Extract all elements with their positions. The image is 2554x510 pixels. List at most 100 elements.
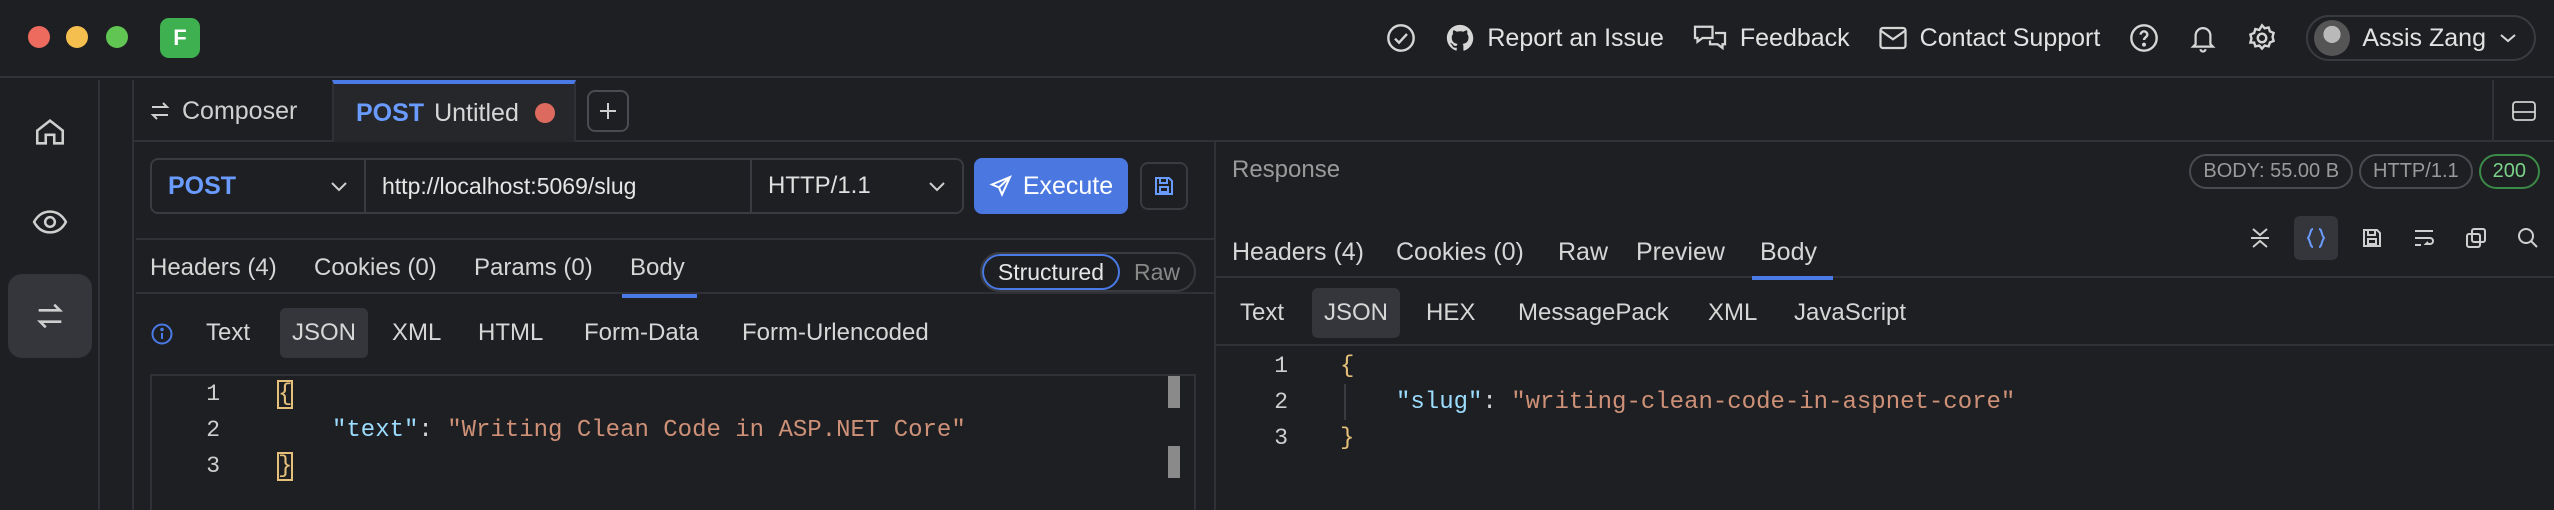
- json-key: "text": [332, 416, 419, 444]
- line-number: 1: [206, 381, 220, 407]
- toggle-panel-button[interactable]: [2492, 80, 2554, 142]
- response-badges: BODY: 55.00 B HTTP/1.1 200: [2189, 154, 2540, 189]
- format-json[interactable]: JSON: [1312, 288, 1401, 338]
- check-circle-icon[interactable]: [1385, 22, 1417, 54]
- mail-icon: [1878, 25, 1908, 51]
- user-name: Assis Zang: [2362, 23, 2486, 52]
- method-value: POST: [168, 171, 237, 200]
- json-pair: "slug": "writing-clean-code-in-aspnet-co…: [1396, 389, 2015, 416]
- close-window-button[interactable]: [28, 26, 50, 48]
- close-brace: }: [1340, 424, 1355, 452]
- format-text[interactable]: Text: [194, 308, 262, 358]
- home-nav-button[interactable]: [8, 90, 92, 174]
- save-request-button[interactable]: [1140, 162, 1188, 210]
- format-xml[interactable]: XML: [1696, 288, 1769, 338]
- editor-line: 3 }: [1216, 420, 2554, 456]
- format-json[interactable]: JSON: [280, 308, 369, 358]
- execute-label: Execute: [1022, 171, 1114, 200]
- url-bar: POST HTTP/1.1 Execute: [150, 158, 1212, 214]
- maximize-window-button[interactable]: [106, 26, 128, 48]
- watch-nav-button[interactable]: [8, 180, 92, 264]
- user-menu[interactable]: Assis Zang: [2306, 15, 2536, 61]
- bell-icon[interactable]: [2188, 22, 2218, 54]
- close-brace: }: [276, 451, 294, 481]
- format-xml[interactable]: XML: [380, 308, 453, 358]
- format-html[interactable]: HTML: [466, 308, 555, 358]
- braces-icon[interactable]: [2294, 216, 2338, 260]
- composer-nav-button[interactable]: [8, 274, 92, 358]
- url-input[interactable]: [364, 158, 752, 214]
- chat-bubbles-icon: [1692, 23, 1728, 53]
- request-pane: POST HTTP/1.1 Execute Headers (4) Cookie…: [136, 142, 1214, 510]
- response-body-viewer[interactable]: 1 { 2 "slug": "writing-clean-code-in-asp…: [1216, 348, 2554, 510]
- tab-response-body[interactable]: Body: [1752, 226, 1833, 280]
- tab-headers[interactable]: Headers (4): [150, 240, 277, 296]
- response-pane: Response BODY: 55.00 B HTTP/1.1 200 Head…: [1216, 142, 2554, 510]
- tab-response-preview[interactable]: Preview: [1636, 226, 1725, 278]
- tab-body[interactable]: Body: [622, 240, 697, 298]
- home-icon: [33, 115, 67, 149]
- json-pair: "text": "Writing Clean Code in ASP.NET C…: [332, 417, 966, 444]
- add-tab-button[interactable]: [587, 90, 629, 132]
- report-issue-label: Report an Issue: [1487, 23, 1664, 52]
- gear-icon[interactable]: [2246, 22, 2278, 54]
- editor-scrollbar-thumb[interactable]: [1168, 446, 1180, 478]
- send-icon: [989, 174, 1013, 198]
- header-actions: Report an Issue Feedback Contact Support…: [1385, 15, 2536, 61]
- json-colon: :: [418, 416, 448, 444]
- save-icon[interactable]: [2354, 220, 2390, 256]
- chevron-down-icon: [926, 176, 948, 198]
- protocol-value: HTTP/1.1: [768, 172, 871, 199]
- execute-button[interactable]: Execute: [974, 158, 1128, 214]
- avatar: [2314, 20, 2351, 56]
- help-icon[interactable]: [2128, 22, 2160, 54]
- protocol-select[interactable]: HTTP/1.1: [750, 158, 964, 214]
- app-logo: F: [160, 18, 200, 58]
- format-text[interactable]: Text: [1228, 288, 1296, 338]
- line-number: 3: [206, 453, 220, 479]
- json-key: "slug": [1396, 388, 1483, 416]
- line-number: 3: [1274, 425, 1288, 451]
- tab-composer[interactable]: Composer: [148, 80, 297, 142]
- report-issue-link[interactable]: Report an Issue: [1445, 23, 1664, 53]
- method-select[interactable]: POST: [150, 158, 366, 214]
- open-brace: {: [276, 379, 294, 409]
- body-size-badge: BODY: 55.00 B: [2189, 154, 2354, 189]
- format-javascript[interactable]: JavaScript: [1782, 288, 1918, 338]
- tab-title: Untitled: [434, 98, 519, 127]
- collapse-icon[interactable]: [2242, 220, 2278, 256]
- format-messagepack[interactable]: MessagePack: [1506, 288, 1681, 338]
- tab-method: POST: [356, 98, 425, 127]
- chevron-down-icon: [328, 176, 350, 198]
- format-form-urlencoded[interactable]: Form-Urlencoded: [730, 308, 941, 358]
- tab-response-raw[interactable]: Raw: [1558, 226, 1608, 278]
- tab-cookies[interactable]: Cookies (0): [314, 240, 437, 296]
- minimize-window-button[interactable]: [66, 26, 88, 48]
- info-icon[interactable]: [150, 322, 174, 346]
- title-bar: F Report an Issue Feedback Contact Suppo…: [0, 0, 2554, 78]
- format-form-data[interactable]: Form-Data: [572, 308, 711, 358]
- search-icon[interactable]: [2510, 220, 2546, 256]
- tab-response-cookies[interactable]: Cookies (0): [1396, 226, 1524, 278]
- tab-untitled-request[interactable]: POST Untitled: [332, 80, 576, 142]
- tab-composer-label: Composer: [182, 96, 298, 125]
- swap-arrows-icon: [33, 299, 67, 333]
- line-number: 1: [1274, 353, 1288, 379]
- body-format-bar: Text JSON XML HTML Form-Data Form-Urlenc…: [136, 294, 1214, 362]
- chevron-down-icon: [2498, 31, 2518, 45]
- feedback-link[interactable]: Feedback: [1692, 23, 1850, 53]
- word-wrap-icon[interactable]: [2406, 220, 2442, 256]
- structured-option[interactable]: Structured: [981, 254, 1120, 290]
- eye-icon: [32, 207, 68, 237]
- raw-option[interactable]: Raw: [1120, 254, 1194, 290]
- editor-scrollbar-thumb[interactable]: [1168, 376, 1180, 408]
- tab-params[interactable]: Params (0): [474, 240, 593, 296]
- line-number: 2: [1274, 389, 1288, 415]
- tab-response-headers[interactable]: Headers (4): [1232, 226, 1364, 278]
- sidebar-gutter: [102, 80, 134, 510]
- request-body-editor[interactable]: 1 { 2 "text": "Writing Clean Code in ASP…: [150, 374, 1196, 510]
- response-toolbar: [2242, 216, 2546, 260]
- contact-support-link[interactable]: Contact Support: [1878, 24, 2100, 53]
- copy-icon[interactable]: [2458, 220, 2494, 256]
- format-hex[interactable]: HEX: [1414, 288, 1487, 338]
